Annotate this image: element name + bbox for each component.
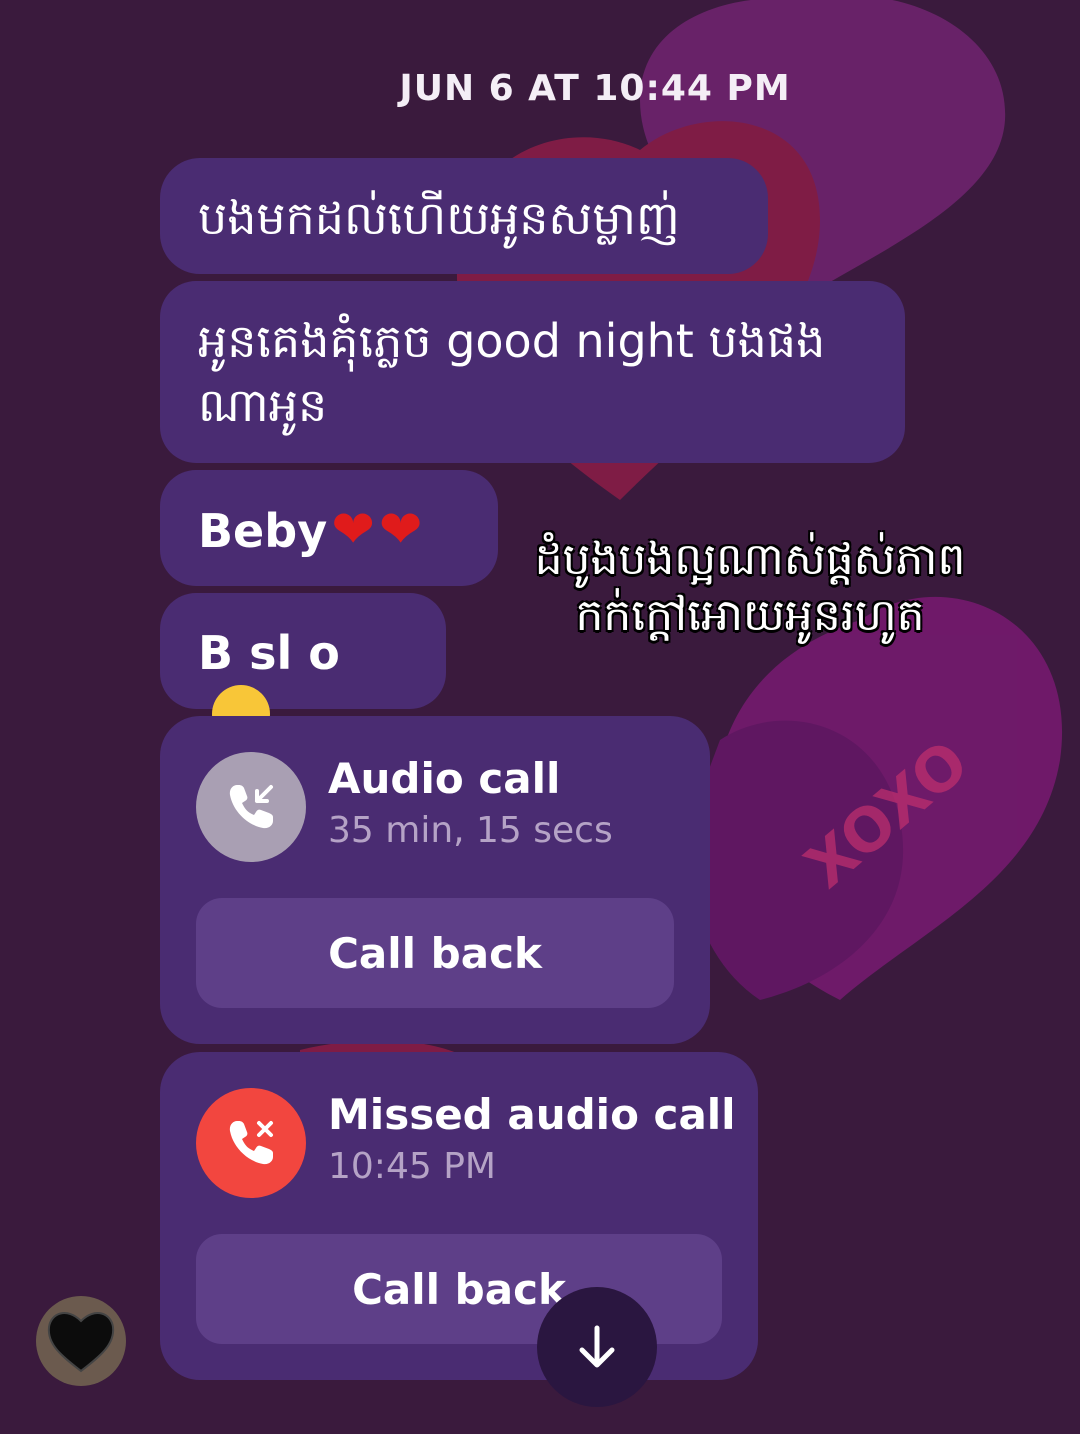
message-bubble[interactable]: អូនគេងគុំភ្លេច good night បងផង ណាអូន: [160, 281, 905, 463]
message-bubble[interactable]: B sl o: [160, 593, 446, 749]
message-text: B sl o: [198, 626, 340, 680]
missed-call-icon: [196, 1088, 306, 1198]
call-back-button[interactable]: Call back: [196, 898, 674, 1008]
black-heart-icon: [47, 1312, 115, 1373]
call-title: Audio call: [328, 754, 561, 803]
message-bubble[interactable]: Beby❤❤: [160, 470, 498, 586]
message-timestamp: JUN 6 AT 10:44 PM: [399, 68, 791, 109]
heart-emoji-icon: ❤: [331, 500, 375, 560]
overlay-caption-line: ដំបូងបងល្អណាស់ផ្តស់ភាព: [534, 534, 966, 585]
message-text: Beby: [198, 504, 328, 558]
call-duration: 35 min, 15 secs: [328, 810, 613, 851]
missed-call-card[interactable]: Missed audio call 10:45 PM Call back: [160, 1052, 758, 1380]
scroll-to-bottom-button[interactable]: [537, 1287, 657, 1407]
message-text: បងមកដល់ហើយអូនសម្លាញ់: [198, 191, 680, 245]
overlay-caption-line: កក់ក្តៅអោយអូនរហូត: [575, 590, 925, 641]
avatar[interactable]: [36, 1296, 126, 1386]
message-text: អូនគេងគុំភ្លេច good night បងផង ណាអូន: [198, 314, 826, 432]
message-bubble[interactable]: បងមកដល់ហើយអូនសម្លាញ់: [160, 158, 768, 274]
arrow-down-icon: [579, 1325, 615, 1368]
heart-emoji-icon: ❤: [378, 500, 423, 560]
call-title: Missed audio call: [328, 1090, 736, 1139]
audio-call-card[interactable]: Audio call 35 min, 15 secs Call back: [160, 716, 710, 1044]
call-time: 10:45 PM: [328, 1146, 496, 1187]
incoming-call-icon: [196, 752, 306, 862]
overlay-caption: ដំបូងបងល្អណាស់ផ្តស់ភាព កក់ក្តៅអោយអូនរហូត: [470, 532, 1030, 644]
